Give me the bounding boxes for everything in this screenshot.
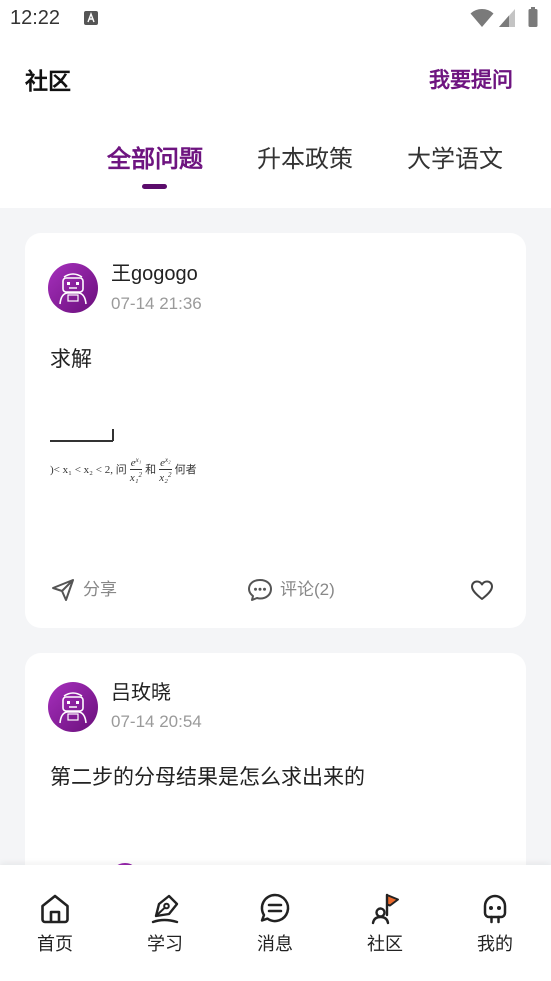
math-numerator: ex₂: [159, 455, 172, 470]
tab-college-chinese[interactable]: 大学语文: [390, 144, 520, 176]
app-notification-icon: [84, 11, 98, 25]
pen-icon: [151, 894, 179, 924]
post-content: 第二步的分母结果是怎么求出来的: [50, 766, 365, 789]
tab-upgrade-policy[interactable]: 升本政策: [240, 144, 370, 176]
math-conjunction: 和: [145, 464, 157, 476]
math-fraction-2: ex₂ x₂2: [159, 455, 172, 484]
post-time: 07-14 20:54: [111, 712, 202, 731]
heart-icon[interactable]: [469, 577, 495, 603]
avatar[interactable]: [48, 682, 98, 732]
paper-plane-icon[interactable]: [50, 577, 76, 603]
math-denominator: x₁2: [130, 470, 142, 484]
nav-item-profile[interactable]: 我的: [440, 865, 550, 981]
nav-item-messages[interactable]: 消息: [220, 865, 330, 981]
community-flag-icon: [371, 893, 399, 925]
tab-active-indicator: [142, 184, 167, 189]
tab-all-questions[interactable]: 全部问题: [90, 144, 220, 176]
attachment-line: [50, 440, 113, 442]
profile-face-icon: [483, 894, 507, 924]
battery-icon: [528, 7, 538, 27]
math-exponent: x₂: [165, 455, 171, 464]
nav-label: 首页: [37, 934, 73, 954]
math-exponent: 2: [138, 470, 143, 479]
nav-label: 学习: [147, 934, 183, 954]
math-tail: 何者: [174, 464, 197, 476]
top-bar: 12:22 社区 我要提问 全部问题 升本政策 大学语文: [0, 0, 551, 208]
post-card[interactable]: 王gogogo 07-14 21:36 求解 )< x₁ < x₂ < 2, 问…: [25, 233, 526, 628]
attachment-image[interactable]: )< x₁ < x₂ < 2, 问 ex₁ x₁2 和 ex₂ x₂2 何者: [50, 449, 200, 489]
signal-icon: [499, 9, 515, 27]
math-term: x₁: [129, 471, 139, 484]
page-title: 社区: [25, 68, 71, 94]
attachment-line-tick: [112, 429, 114, 441]
post-author[interactable]: 吕玫晓: [111, 680, 171, 706]
nav-item-community[interactable]: 社区: [330, 865, 440, 981]
math-lead: )< x₁ < x₂ < 2, 问: [50, 464, 127, 476]
post-time: 07-14 21:36: [111, 294, 202, 313]
post-author[interactable]: 王gogogo: [111, 261, 198, 287]
math-denominator: x₂2: [159, 470, 171, 484]
status-time: 12:22: [10, 7, 61, 29]
nav-item-study[interactable]: 学习: [110, 865, 220, 981]
post-content: 求解: [50, 348, 92, 371]
share-button[interactable]: 分享: [83, 577, 117, 603]
nav-label: 社区: [367, 934, 403, 954]
nav-label: 消息: [257, 934, 293, 954]
math-fraction-1: ex₁ x₁2: [129, 455, 143, 484]
comment-icon[interactable]: [247, 577, 273, 603]
comment-button[interactable]: 评论(2): [280, 577, 335, 603]
message-icon: [260, 893, 290, 923]
math-exponent: 2: [167, 470, 172, 479]
bottom-nav: 首页 学习 消息 社区 我的: [0, 865, 551, 981]
math-exponent: x₁: [135, 455, 142, 464]
home-icon: [41, 894, 69, 924]
avatar[interactable]: [48, 263, 98, 313]
math-numerator: ex₁: [129, 455, 143, 470]
math-term: x₂: [159, 471, 168, 484]
nav-label: 我的: [477, 934, 513, 954]
ask-question-button[interactable]: 我要提问: [429, 67, 513, 95]
wifi-icon: [470, 9, 494, 27]
nav-item-home[interactable]: 首页: [0, 865, 110, 981]
